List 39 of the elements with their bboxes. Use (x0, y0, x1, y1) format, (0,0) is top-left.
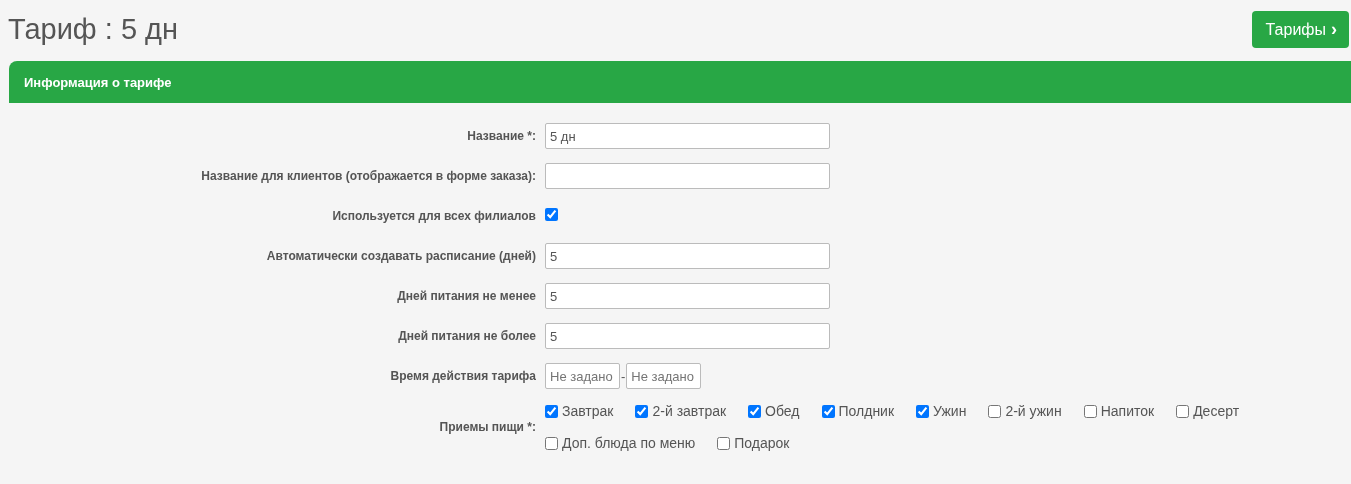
date-field[interactable]: Не задано (545, 363, 620, 389)
text-field[interactable]: 5 (545, 323, 830, 349)
checkbox[interactable] (1083, 404, 1097, 418)
option-label: Завтрак (562, 403, 614, 419)
option-label: Обед (765, 403, 800, 419)
text-field[interactable]: 5 (545, 243, 830, 269)
checkbox[interactable] (635, 404, 649, 418)
field-label: Используется для всех филиалов (331, 209, 536, 223)
option-label: 2-й ужин (1005, 403, 1062, 419)
date-field[interactable]: Не задано (626, 363, 702, 389)
checkbox[interactable] (748, 404, 762, 418)
text-field[interactable] (545, 163, 830, 189)
panel-title: Информация о тарифе (24, 74, 172, 90)
text-field[interactable]: 5 дн (545, 123, 830, 149)
checkbox[interactable] (545, 404, 558, 418)
checkbox[interactable] (717, 436, 731, 450)
field-label: Дней питания не более (397, 329, 536, 343)
checkbox[interactable] (545, 208, 558, 221)
checkbox[interactable] (545, 436, 558, 450)
option-label: Доп. блюда по меню (562, 435, 696, 451)
field-label: Автоматически создавать расписание (дней) (265, 249, 536, 263)
field-label: Время действия тарифа (389, 369, 536, 383)
option-label: 2-й завтрак (652, 403, 727, 419)
field-label: Дней питания не менее (396, 289, 536, 303)
option-label: Ужин (933, 403, 967, 419)
checkbox[interactable] (1176, 404, 1190, 418)
field-label: Название для клиентов (отображается в форме заказа): (200, 169, 536, 183)
option-label: Полдник (838, 403, 895, 419)
checkbox[interactable] (821, 404, 835, 418)
checkbox[interactable] (988, 404, 1002, 418)
range-separator: - (621, 368, 626, 384)
option-label: Подарок (734, 435, 790, 451)
text-field[interactable]: 5 (545, 283, 830, 309)
option-label: Десерт (1193, 403, 1240, 419)
page-title: Тариф : 5 дн (8, 13, 179, 46)
option-label: Напиток (1100, 403, 1155, 419)
checkbox[interactable] (916, 404, 930, 418)
field-label: Приемы пищи *: (438, 420, 536, 434)
field-label: Название *: (466, 129, 536, 143)
